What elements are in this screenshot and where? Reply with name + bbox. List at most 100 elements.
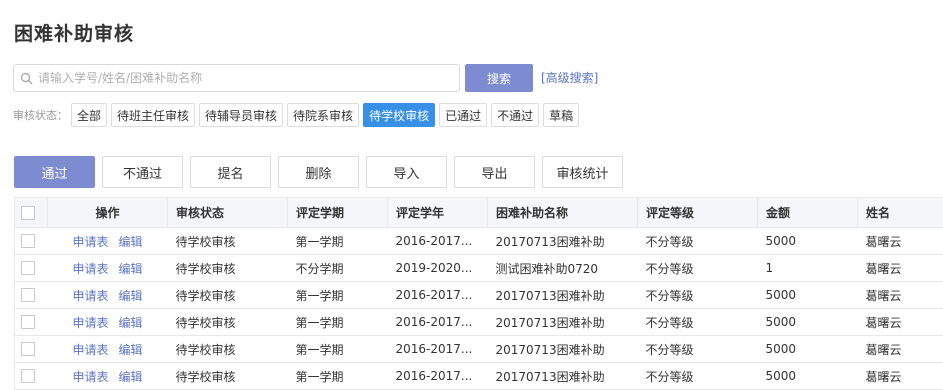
filter-chip-school[interactable]: 待学校审核 (363, 103, 436, 127)
cell-name: 葛曙云 (857, 335, 943, 363)
filter-chip-department[interactable]: 待院系审核 (287, 103, 360, 127)
cell-amount: 5000 (757, 308, 858, 336)
cell-amount: 5000 (757, 281, 858, 309)
table-row: 申请表 编辑 待学校审核 第一学期 2016-2017... 20170713困难… (14, 281, 943, 309)
column-header-amount[interactable]: 金额 (757, 197, 858, 228)
cell-status: 待学校审核 (167, 335, 288, 363)
page-title: 困难补助审核 (14, 23, 135, 45)
row-actions: 申请表 编辑 (47, 281, 168, 309)
cell-level: 不分等级 (637, 281, 758, 309)
row-actions: 申请表 编辑 (47, 335, 168, 363)
cell-term: 第一学期 (287, 227, 388, 255)
cell-year: 2016-2017... (387, 362, 488, 390)
cell-year: 2016-2017... (387, 335, 488, 363)
cell-subsidy-name: 20170713困难补助 (487, 281, 638, 309)
search-button[interactable]: 搜索 (465, 64, 533, 92)
table-row: 申请表 编辑 待学校审核 第一学期 2016-2017... 20170713困难… (14, 335, 943, 363)
column-header-level[interactable]: 评定等级 (637, 197, 758, 228)
audit-stats-button[interactable]: 审核统计 (542, 156, 623, 188)
cell-year: 2019-2020... (387, 254, 488, 282)
row-select-cell (14, 254, 48, 282)
filter-chip-rejected[interactable]: 不通过 (491, 103, 540, 127)
table-row: 申请表 编辑 待学校审核 第一学期 2016-2017... 20170713困难… (14, 362, 943, 390)
row-actions: 申请表 编辑 (47, 308, 168, 336)
row-checkbox[interactable] (21, 288, 35, 303)
cell-term: 第一学期 (287, 362, 388, 390)
edit-link[interactable]: 编辑 (119, 235, 143, 249)
cell-subsidy-name: 20170713困难补助 (487, 362, 638, 390)
reject-button[interactable]: 不通过 (102, 156, 183, 188)
cell-subsidy-name: 20170713困难补助 (487, 308, 638, 336)
cell-name: 葛曙云 (857, 308, 943, 336)
cell-name: 葛曙云 (857, 281, 943, 309)
row-actions: 申请表 编辑 (47, 254, 168, 282)
row-checkbox[interactable] (21, 261, 35, 276)
row-checkbox[interactable] (21, 342, 35, 357)
search-box[interactable] (13, 64, 460, 92)
cell-amount: 1 (757, 254, 858, 282)
row-actions: 申请表 编辑 (47, 227, 168, 255)
cell-term: 第一学期 (287, 308, 388, 336)
filter-chip-draft[interactable]: 草稿 (543, 103, 580, 127)
row-checkbox[interactable] (21, 234, 35, 249)
column-header-actions: 操作 (47, 197, 168, 228)
application-form-link[interactable]: 申请表 (72, 235, 108, 249)
cell-name: 葛曙云 (857, 227, 943, 255)
import-button[interactable]: 导入 (366, 156, 447, 188)
cell-term: 不分学期 (287, 254, 388, 282)
nominate-button[interactable]: 提名 (190, 156, 271, 188)
table-row: 申请表 编辑 待学校审核 第一学期 2016-2017... 20170713困难… (14, 227, 943, 255)
export-button[interactable]: 导出 (454, 156, 535, 188)
edit-link[interactable]: 编辑 (119, 262, 143, 276)
column-header-status[interactable]: 审核状态 (167, 197, 288, 228)
select-all-checkbox[interactable] (21, 205, 35, 220)
cell-status: 待学校审核 (167, 254, 288, 282)
select-all-cell (14, 197, 48, 228)
edit-link[interactable]: 编辑 (119, 316, 143, 330)
cell-level: 不分等级 (637, 254, 758, 282)
application-form-link[interactable]: 申请表 (72, 262, 108, 276)
cell-year: 2016-2017... (387, 281, 488, 309)
row-actions: 申请表 编辑 (47, 362, 168, 390)
status-filter: 审核状态： 全部 待班主任审核 待辅导员审核 待院系审核 待学校审核 已通过 不… (13, 103, 583, 127)
approve-button[interactable]: 通过 (14, 156, 95, 188)
cell-status: 待学校审核 (167, 227, 288, 255)
row-select-cell (14, 281, 48, 309)
edit-link[interactable]: 编辑 (119, 289, 143, 303)
application-form-link[interactable]: 申请表 (72, 343, 108, 357)
row-select-cell (14, 362, 48, 390)
column-header-name[interactable]: 姓名 (857, 197, 943, 228)
cell-amount: 5000 (757, 227, 858, 255)
column-header-subsidy-name[interactable]: 困难补助名称 (487, 197, 638, 228)
table-header: 操作 审核状态 评定学期 评定学年 困难补助名称 评定等级 金额 姓名 (14, 197, 943, 228)
filter-chip-passed[interactable]: 已通过 (439, 103, 488, 127)
row-checkbox[interactable] (21, 315, 35, 330)
search-icon (14, 65, 38, 91)
column-header-year[interactable]: 评定学年 (387, 197, 488, 228)
advanced-search-link[interactable]: [高级搜索] (541, 69, 598, 86)
search-input[interactable] (38, 66, 459, 90)
application-form-link[interactable]: 申请表 (72, 289, 108, 303)
column-header-term[interactable]: 评定学期 (287, 197, 388, 228)
cell-term: 第一学期 (287, 281, 388, 309)
status-filter-label: 审核状态： (13, 109, 68, 122)
filter-chip-all[interactable]: 全部 (71, 103, 108, 127)
row-checkbox[interactable] (21, 369, 35, 384)
cell-subsidy-name: 20170713困难补助 (487, 227, 638, 255)
cell-subsidy-name: 20170713困难补助 (487, 335, 638, 363)
filter-chip-counselor[interactable]: 待辅导员审核 (199, 103, 284, 127)
delete-button[interactable]: 删除 (278, 156, 359, 188)
cell-level: 不分等级 (637, 308, 758, 336)
edit-link[interactable]: 编辑 (119, 343, 143, 357)
cell-status: 待学校审核 (167, 308, 288, 336)
row-select-cell (14, 227, 48, 255)
table-row: 申请表 编辑 待学校审核 不分学期 2019-2020... 测试困难补助0720… (14, 254, 943, 282)
application-form-link[interactable]: 申请表 (72, 370, 108, 384)
table-row: 申请表 编辑 待学校审核 第一学期 2016-2017... 20170713困难… (14, 308, 943, 336)
cell-status: 待学校审核 (167, 281, 288, 309)
cell-name: 葛曙云 (857, 362, 943, 390)
edit-link[interactable]: 编辑 (119, 370, 143, 384)
application-form-link[interactable]: 申请表 (72, 316, 108, 330)
filter-chip-class-teacher[interactable]: 待班主任审核 (111, 103, 196, 127)
cell-subsidy-name: 测试困难补助0720 (487, 254, 638, 282)
